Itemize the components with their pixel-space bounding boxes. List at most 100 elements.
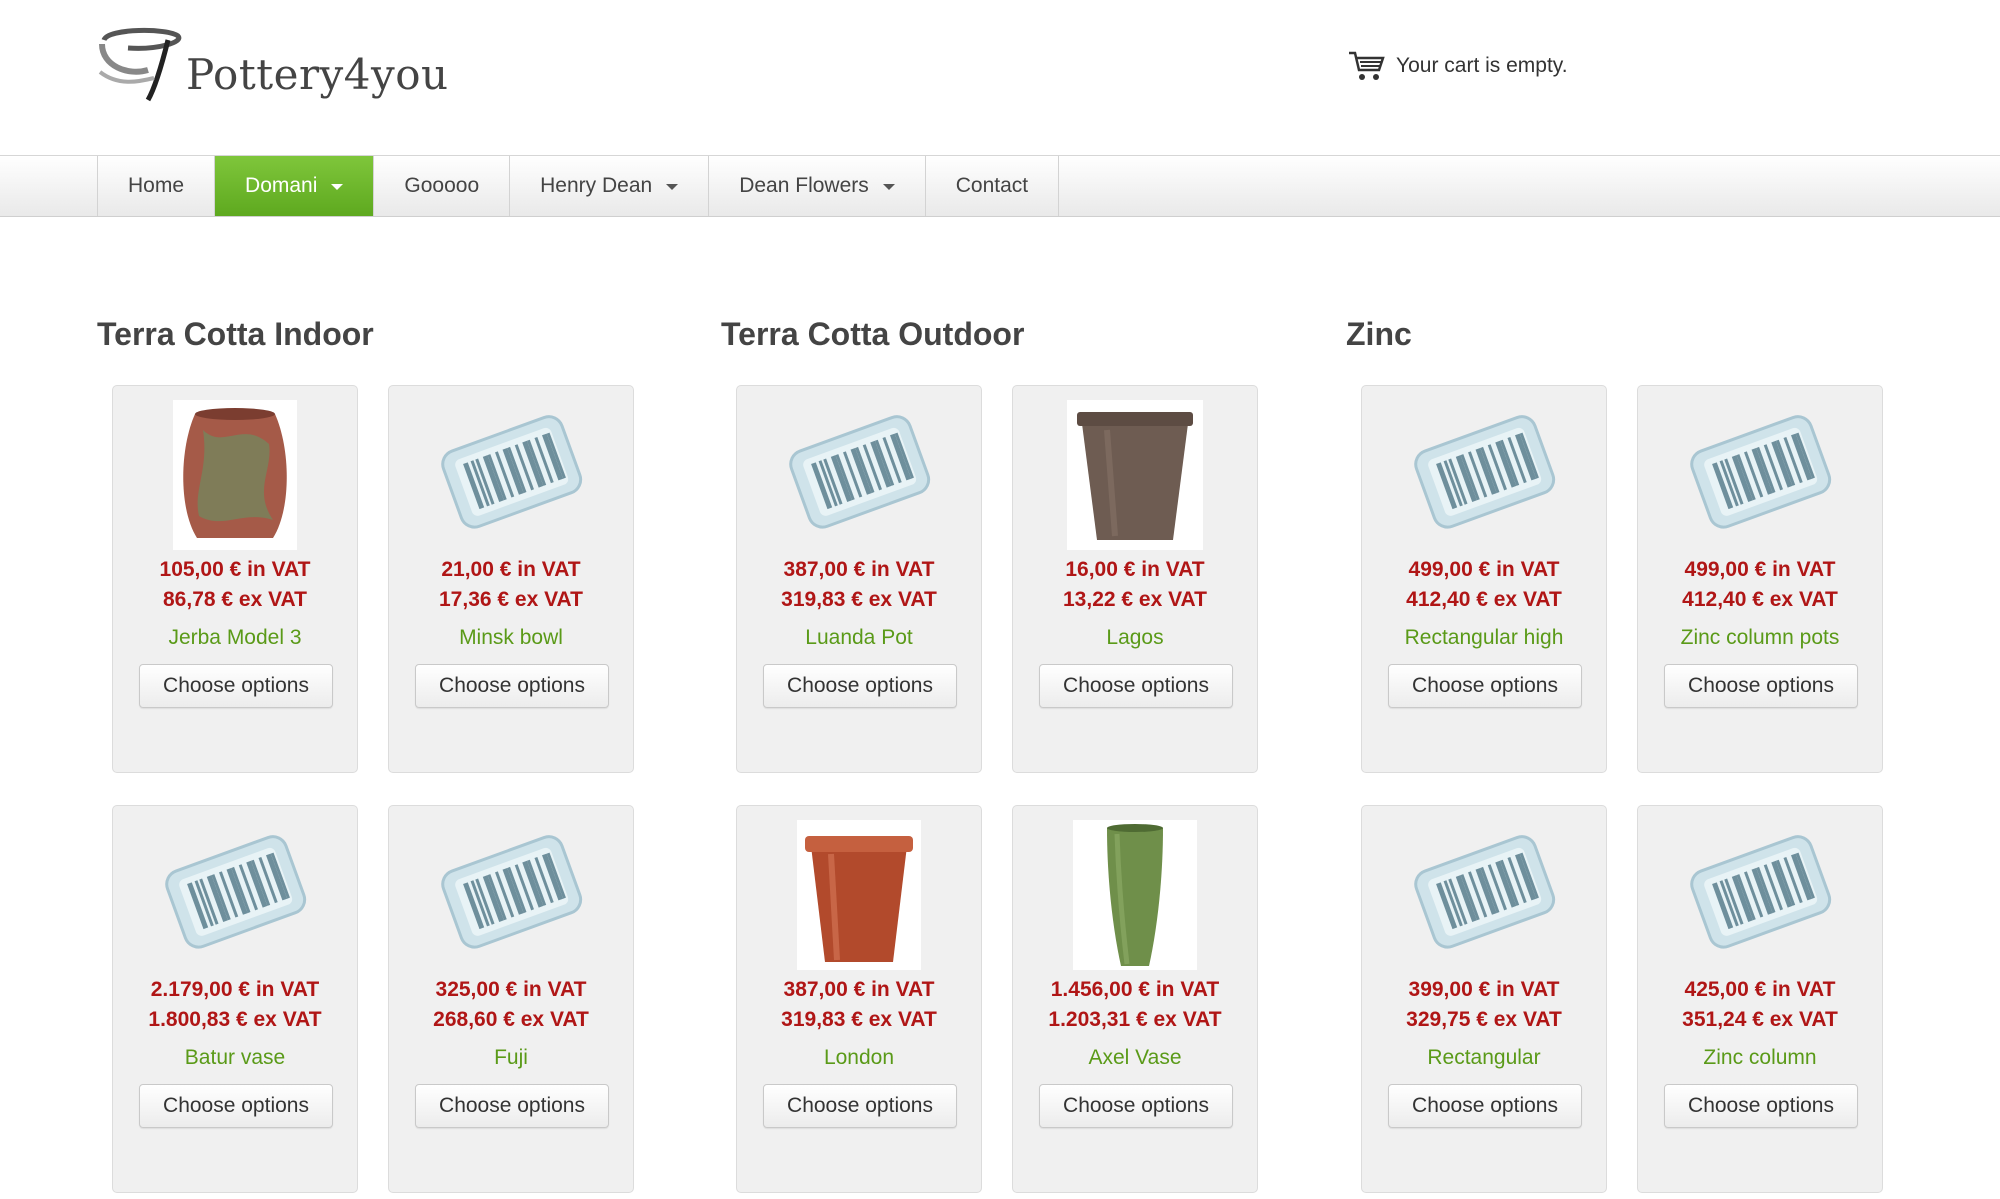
category-title[interactable]: Terra Cotta Indoor — [97, 310, 637, 358]
barcode-placeholder-icon[interactable] — [1638, 820, 1882, 970]
product-image[interactable] — [113, 400, 357, 550]
price-including-vat: 387,00 € in VAT — [783, 978, 935, 1001]
product-name-link[interactable]: Zinc column — [1638, 1046, 1882, 1070]
cart-summary[interactable]: Your cart is empty. — [1348, 46, 1568, 86]
product-name-link[interactable]: Rectangular high — [1362, 626, 1606, 650]
logo-text: Pottery4you — [186, 50, 449, 99]
product-name-link[interactable]: Lagos — [1013, 626, 1257, 650]
nav-contact[interactable]: Contact — [926, 156, 1060, 216]
price-excluding-vat: 13,22 € ex VAT — [1063, 588, 1207, 611]
choose-options-button[interactable]: Choose options — [1388, 664, 1582, 708]
price-excluding-vat: 412,40 € ex VAT — [1406, 588, 1562, 611]
product-name-link[interactable]: Minsk bowl — [389, 626, 633, 650]
pottery-logo-icon — [98, 27, 182, 102]
price-including-vat: 425,00 € in VAT — [1684, 978, 1836, 1001]
choose-options-button[interactable]: Choose options — [763, 1084, 957, 1128]
barcode-placeholder-icon[interactable] — [389, 820, 633, 970]
price-including-vat: 499,00 € in VAT — [1408, 558, 1560, 581]
choose-options-button[interactable]: Choose options — [1388, 1084, 1582, 1128]
nav-domani[interactable]: Domani — [215, 156, 375, 216]
product-card: 2.179,00 € in VAT 1.800,83 € ex VAT Batu… — [112, 805, 358, 1193]
price-excluding-vat: 86,78 € ex VAT — [163, 588, 307, 611]
price-excluding-vat: 17,36 € ex VAT — [439, 588, 583, 611]
nav-label: Contact — [955, 174, 1029, 197]
product-name-link[interactable]: Jerba Model 3 — [113, 626, 357, 650]
barcode-placeholder-icon[interactable] — [113, 820, 357, 970]
barcode-placeholder-icon[interactable] — [1362, 820, 1606, 970]
category-section: Terra Cotta Indoor — [97, 310, 637, 358]
product-card: 387,00 € in VAT 319,83 € ex VAT London C… — [736, 805, 982, 1193]
choose-options-button[interactable]: Choose options — [1664, 1084, 1858, 1128]
nav-home[interactable]: Home — [98, 156, 216, 216]
barcode-placeholder-icon[interactable] — [737, 400, 981, 550]
product-name-link[interactable]: Zinc column pots — [1638, 626, 1882, 650]
product-name-link[interactable]: Luanda Pot — [737, 626, 981, 650]
choose-options-button[interactable]: Choose options — [415, 1084, 609, 1128]
nav-dean-flowers[interactable]: Dean Flowers — [709, 156, 926, 216]
price-excluding-vat: 1.800,83 € ex VAT — [148, 1008, 322, 1031]
product-name-link[interactable]: Rectangular — [1362, 1046, 1606, 1070]
product-image[interactable] — [1013, 400, 1257, 550]
price-including-vat: 16,00 € in VAT — [1065, 558, 1205, 581]
nav-label: Home — [128, 174, 185, 197]
product-image[interactable] — [1013, 820, 1257, 970]
nav-label: Gooooo — [404, 174, 480, 197]
category-title[interactable]: Terra Cotta Outdoor — [721, 310, 1261, 358]
nav-label: Henry Dean — [540, 174, 653, 197]
shopping-cart-icon — [1349, 51, 1385, 80]
cart-status: Your cart is empty. — [1396, 54, 1568, 77]
product-card: 325,00 € in VAT 268,60 € ex VAT Fuji Cho… — [388, 805, 634, 1193]
product-card: 105,00 € in VAT 86,78 € ex VAT Jerba Mod… — [112, 385, 358, 773]
price-including-vat: 21,00 € in VAT — [441, 558, 581, 581]
nav-henry-dean[interactable]: Henry Dean — [510, 156, 710, 216]
product-card: 425,00 € in VAT 351,24 € ex VAT Zinc col… — [1637, 805, 1883, 1193]
price-excluding-vat: 412,40 € ex VAT — [1682, 588, 1838, 611]
price-excluding-vat: 1.203,31 € ex VAT — [1048, 1008, 1222, 1031]
choose-options-button[interactable]: Choose options — [139, 664, 333, 708]
barcode-placeholder-icon[interactable] — [1362, 400, 1606, 550]
price-including-vat: 105,00 € in VAT — [159, 558, 311, 581]
choose-options-button[interactable]: Choose options — [1039, 1084, 1233, 1128]
price-excluding-vat: 351,24 € ex VAT — [1682, 1008, 1838, 1031]
price-including-vat: 1.456,00 € in VAT — [1050, 978, 1220, 1001]
price-including-vat: 399,00 € in VAT — [1408, 978, 1560, 1001]
product-name-link[interactable]: London — [737, 1046, 981, 1070]
price-excluding-vat: 329,75 € ex VAT — [1406, 1008, 1562, 1031]
barcode-placeholder-icon[interactable] — [389, 400, 633, 550]
nav-label: Dean Flowers — [739, 174, 869, 197]
product-image[interactable] — [737, 820, 981, 970]
price-including-vat: 499,00 € in VAT — [1684, 558, 1836, 581]
choose-options-button[interactable]: Choose options — [1039, 664, 1233, 708]
category-title[interactable]: Zinc — [1346, 310, 1886, 358]
caret-down-icon — [666, 184, 679, 190]
product-name-link[interactable]: Batur vase — [113, 1046, 357, 1070]
category-section: Terra Cotta Outdoor — [721, 310, 1261, 358]
choose-options-button[interactable]: Choose options — [1664, 664, 1858, 708]
price-excluding-vat: 268,60 € ex VAT — [433, 1008, 589, 1031]
site-logo[interactable]: Pottery4you — [98, 26, 448, 106]
nav-label: Domani — [245, 174, 318, 197]
price-including-vat: 387,00 € in VAT — [783, 558, 935, 581]
product-card: 1.456,00 € in VAT 1.203,31 € ex VAT Axel… — [1012, 805, 1258, 1193]
choose-options-button[interactable]: Choose options — [139, 1084, 333, 1128]
main-navbar: Home Domani Gooooo Henry Dean Dean Flowe… — [0, 155, 2000, 217]
price-excluding-vat: 319,83 € ex VAT — [781, 588, 937, 611]
nav-gooooo[interactable]: Gooooo — [374, 156, 511, 216]
product-card: 16,00 € in VAT 13,22 € ex VAT Lagos Choo… — [1012, 385, 1258, 773]
barcode-placeholder-icon[interactable] — [1638, 400, 1882, 550]
product-card: 387,00 € in VAT 319,83 € ex VAT Luanda P… — [736, 385, 982, 773]
caret-down-icon — [331, 184, 344, 190]
product-card: 499,00 € in VAT 412,40 € ex VAT Rectangu… — [1361, 385, 1607, 773]
choose-options-button[interactable]: Choose options — [763, 664, 957, 708]
product-name-link[interactable]: Axel Vase — [1013, 1046, 1257, 1070]
category-section: Zinc — [1346, 310, 1886, 358]
product-card: 499,00 € in VAT 412,40 € ex VAT Zinc col… — [1637, 385, 1883, 773]
price-including-vat: 2.179,00 € in VAT — [150, 978, 320, 1001]
product-name-link[interactable]: Fuji — [389, 1046, 633, 1070]
caret-down-icon — [882, 184, 895, 190]
choose-options-button[interactable]: Choose options — [415, 664, 609, 708]
price-including-vat: 325,00 € in VAT — [435, 978, 587, 1001]
product-card: 399,00 € in VAT 329,75 € ex VAT Rectangu… — [1361, 805, 1607, 1193]
price-excluding-vat: 319,83 € ex VAT — [781, 1008, 937, 1031]
product-card: 21,00 € in VAT 17,36 € ex VAT Minsk bowl… — [388, 385, 634, 773]
